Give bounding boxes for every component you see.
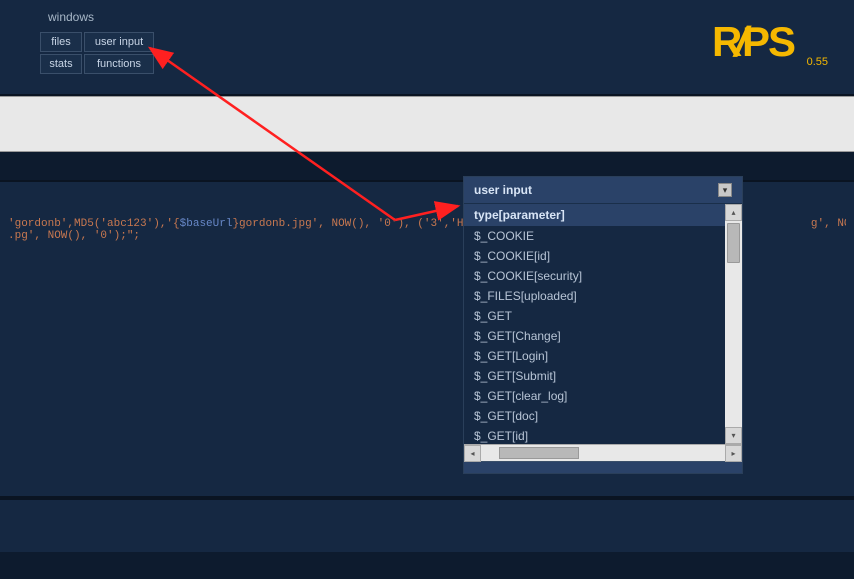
list-item[interactable]: $_GET[Change] [464,326,726,346]
hscroll-track[interactable] [481,445,725,461]
scroll-thumb[interactable] [727,223,740,263]
list-item[interactable]: $_COOKIE[id] [464,246,726,266]
panel-minimize-button[interactable]: ▾ [718,183,732,197]
list-item[interactable]: $_GET[id] [464,426,726,444]
windows-label: windows [40,10,814,24]
vertical-scrollbar[interactable]: ▴ ▾ [725,204,742,444]
hscroll-thumb[interactable] [499,447,579,459]
footer-area [0,498,854,552]
user-input-button[interactable]: user input [84,32,154,52]
list-item[interactable]: $_GET[Login] [464,346,726,366]
list-item[interactable]: $_FILES[uploaded] [464,286,726,306]
panel-titlebar[interactable]: user input ▾ [464,177,742,204]
scroll-left-arrow[interactable]: ◂ [464,445,481,462]
files-button[interactable]: files [40,32,82,52]
scroll-up-arrow[interactable]: ▴ [725,204,742,221]
user-input-panel: user input ▾ type[parameter] $_COOKIE $_… [463,176,743,474]
app-header: windows files user input stats functions… [0,0,854,96]
list-item[interactable]: $_GET [464,306,726,326]
scroll-down-arrow[interactable]: ▾ [725,427,742,444]
list-item[interactable]: $_COOKIE[security] [464,266,726,286]
version-label: 0.55 [807,56,828,68]
list-item[interactable]: $_GET[doc] [464,406,726,426]
list-item[interactable]: $_GET[clear_log] [464,386,726,406]
panel-list-header: type[parameter] [464,204,726,226]
panel-resize-handle[interactable] [464,461,742,473]
panel-title: user input [474,183,532,197]
scroll-right-arrow[interactable]: ▸ [725,445,742,462]
horizontal-scrollbar[interactable]: ◂ ▸ [464,444,742,461]
stats-button[interactable]: stats [40,54,82,74]
functions-button[interactable]: functions [84,54,154,74]
windows-button-grid: files user input stats functions [40,32,154,76]
app-logo: R/PS [712,18,794,66]
toolbar-area [0,96,854,152]
scroll-track[interactable] [725,221,742,427]
list-item[interactable]: $_COOKIE [464,226,726,246]
list-item[interactable]: $_GET[Submit] [464,366,726,386]
panel-body: type[parameter] $_COOKIE $_COOKIE[id] $_… [464,204,742,444]
